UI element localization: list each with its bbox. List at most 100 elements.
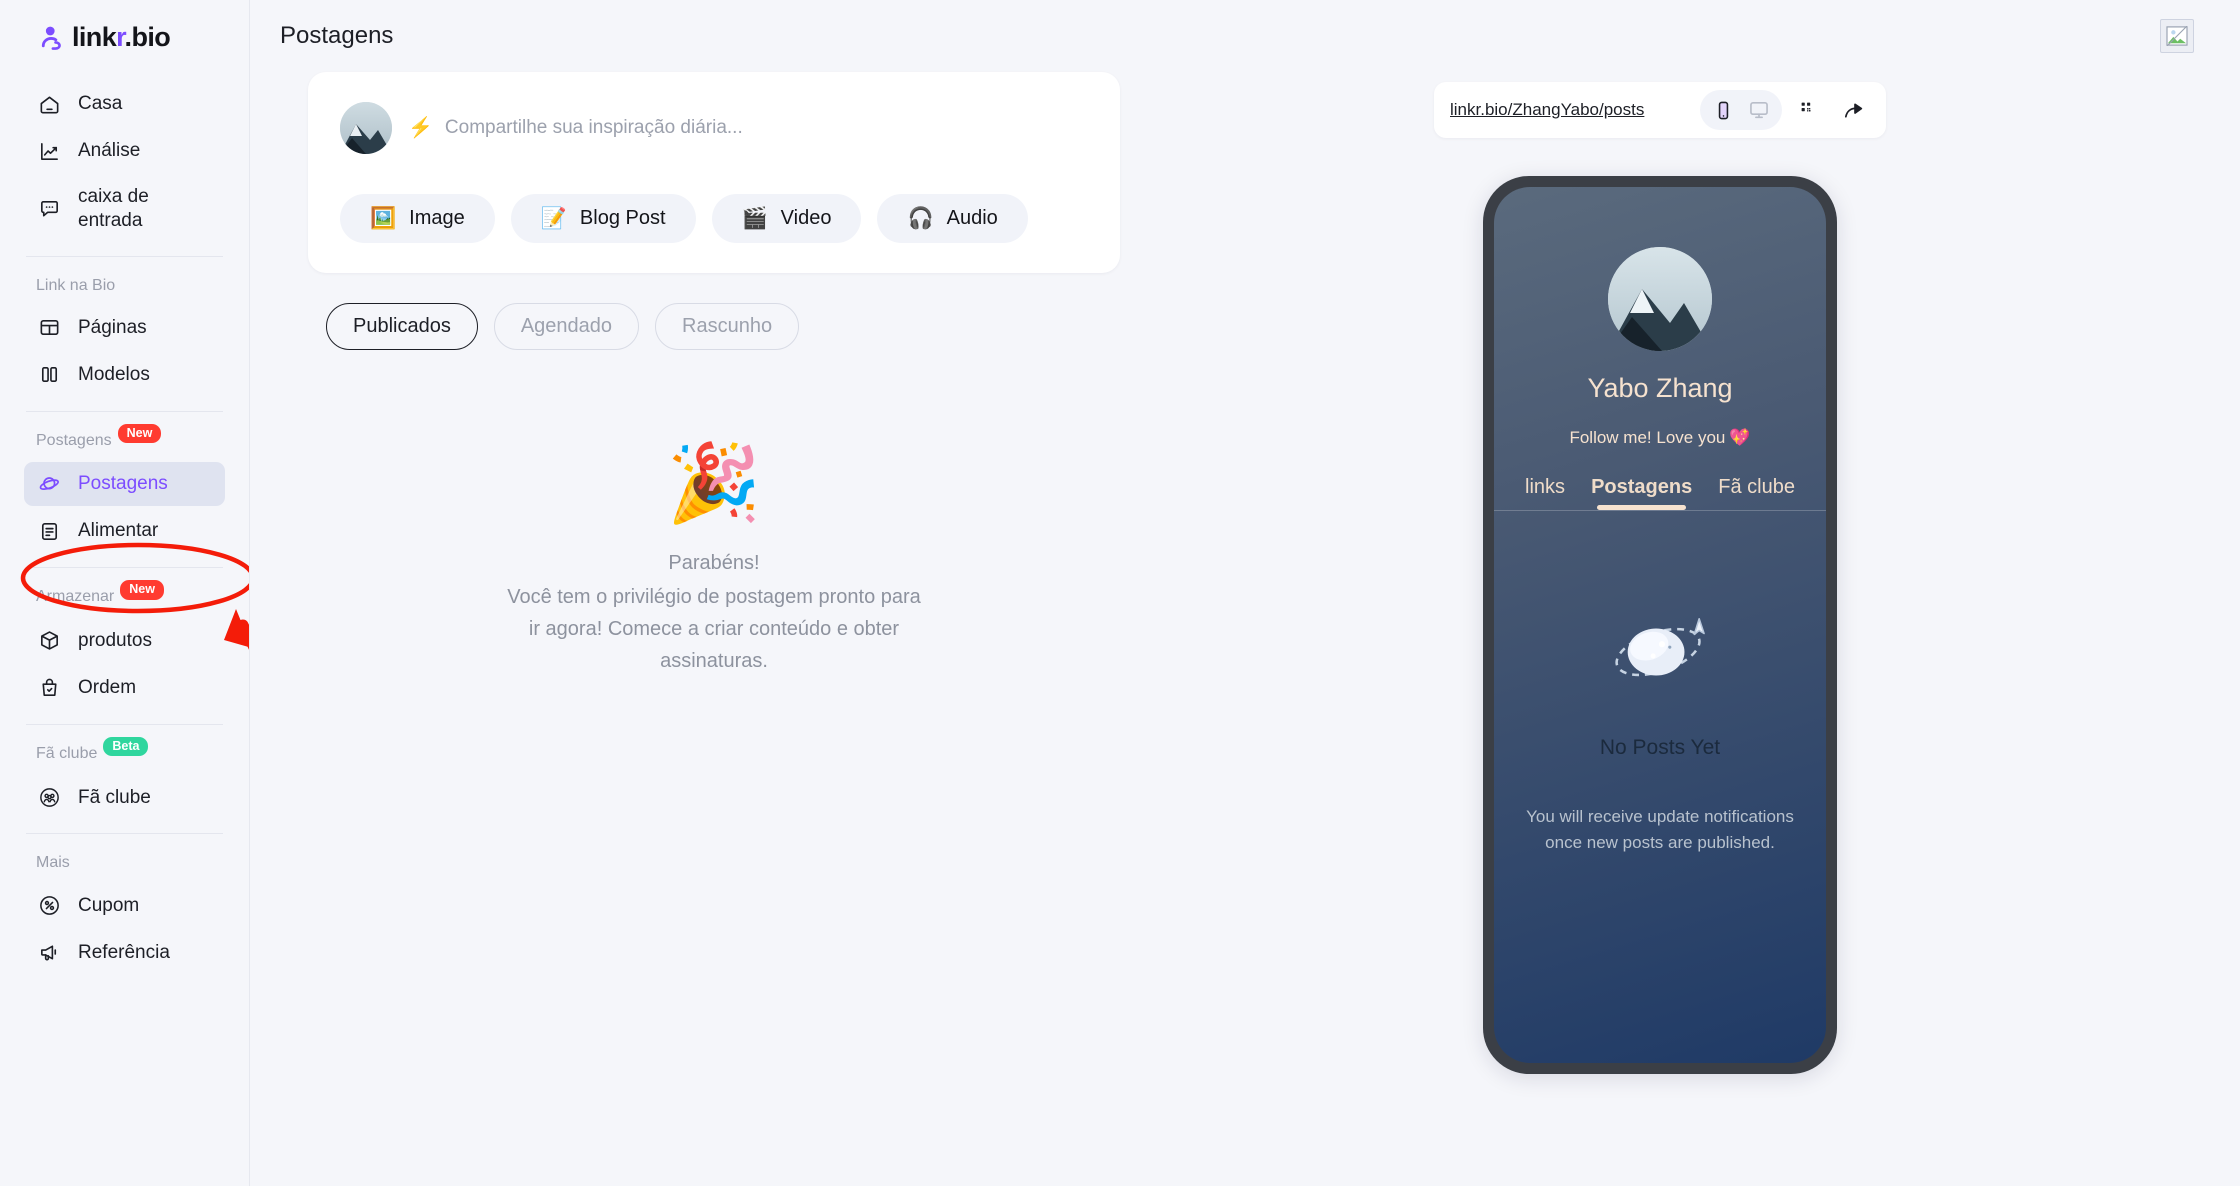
top-bar-right [2160,19,2210,53]
sidebar-item-label: Modelos [78,363,150,385]
image-icon: 🖼️ [370,207,397,230]
section-title: Mais [36,854,70,872]
add-video-button[interactable]: 🎬 Video [711,194,862,243]
sidebar-item-casa[interactable]: Casa [24,82,225,126]
sidebar-item-label: Cupom [78,894,140,916]
heart-icon: 💖 [1729,428,1751,447]
profile-tab-fa-clube[interactable]: Fã clube [1718,476,1795,510]
image-placeholder-glyph [2166,26,2188,46]
sidebar-item-ordem[interactable]: Ordem [24,666,225,710]
post-composer: ⚡ Compartilhe sua inspiração diária... 🖼… [308,72,1120,273]
sidebar-section-fa-clube: Fã clube Beta [24,736,225,773]
preview-column: linkr.bio/ZhangYabo/posts Yabo Zhang Fol… [1110,72,2210,1074]
tab-publicados[interactable]: Publicados [326,303,478,350]
empty-state-title: Parabéns! [668,552,760,574]
sidebar-item-postagens[interactable]: Postagens [24,462,225,507]
preview-url-bar: linkr.bio/ZhangYabo/posts [1434,82,1886,138]
sidebar-section-link-na-bio: Link na Bio [24,271,225,303]
posts-empty-state: 🎉 Parabéns! Você tem o privilégio de pos… [308,446,1120,677]
sidebar-item-modelos[interactable]: Modelos [24,353,225,397]
percent-coupon-icon [36,892,62,918]
annotation-arrow [224,609,249,650]
app-root: linkr.bio Casa Análise caixa de entrada … [0,0,2240,1186]
sidebar-item-produtos[interactable]: produtos [24,619,225,663]
planet-icon [36,471,62,497]
sidebar-item-label: Postagens [78,473,168,495]
logo-text-prefix: link [72,22,117,52]
sidebar-divider [26,567,223,569]
sidebar-section-mais: Mais [24,848,225,880]
megaphone-referral-icon [36,939,62,965]
party-popper-icon: 🎉 [666,441,762,526]
qr-code-icon[interactable] [1792,94,1826,126]
sidebar-section-postagens: Postagens New [24,423,225,460]
app-logo[interactable]: linkr.bio [24,0,225,79]
lightning-bolt-icon: ⚡ [408,117,433,139]
tab-agendado[interactable]: Agendado [493,303,640,350]
audio-headphones-icon: 🎧 [907,207,934,230]
posts-column: ⚡ Compartilhe sua inspiração diária... 🖼… [280,72,1120,1074]
logo-wordmark: linkr.bio [72,22,171,53]
profile-bio-text: Follow me! Love you [1569,428,1726,447]
broken-image-icon[interactable] [2160,19,2194,53]
phone-screen: Yabo Zhang Follow me! Love you 💖 links P… [1494,187,1826,1063]
layout-pages-icon [36,315,62,341]
profile-name: Yabo Zhang [1587,373,1733,403]
tab-rascunho[interactable]: Rascunho [655,303,800,350]
sidebar-item-label: Referência [78,941,170,963]
media-type-buttons: 🖼️ Image 📝 Blog Post 🎬 Video 🎧 Audio [340,194,1088,243]
add-blog-post-button[interactable]: 📝 Blog Post [510,194,696,243]
profile-tab-links[interactable]: links [1525,476,1565,510]
section-badge-new: New [117,423,162,444]
logo-text-accent: r [116,22,125,52]
page-title: Postagens [280,22,394,49]
preview-empty-subtitle: You will receive update notifications on… [1526,807,1794,853]
profile-bio: Follow me! Love you 💖 [1569,428,1750,448]
mobile-phone-icon[interactable] [1706,94,1740,126]
sidebar-divider [26,833,223,835]
feed-document-icon [36,518,62,544]
sidebar-item-paginas[interactable]: Páginas [24,306,225,350]
composer-placeholder: Compartilhe sua inspiração diária... [444,117,743,138]
sidebar-item-label: Alimentar [78,520,159,542]
blog-post-icon: 📝 [540,207,567,230]
box-product-icon [36,628,62,654]
sidebar-item-caixa-de-entrada[interactable]: caixa de entrada [24,176,225,242]
sidebar-item-label: Análise [78,140,141,162]
share-arrow-icon[interactable] [1836,94,1870,126]
composer-top-row: ⚡ Compartilhe sua inspiração diária... [340,102,1088,154]
preview-url-link[interactable]: linkr.bio/ZhangYabo/posts [1450,100,1690,120]
preview-empty-state: No Posts Yet You will receive update not… [1494,607,1826,857]
profile-tab-postagens[interactable]: Postagens [1591,476,1692,510]
composer-input[interactable]: ⚡ Compartilhe sua inspiração diária... [408,117,1088,139]
section-badge-new: New [120,580,164,600]
add-audio-button[interactable]: 🎧 Audio [877,194,1028,243]
sidebar-item-alimentar[interactable]: Alimentar [24,509,225,553]
sidebar-item-label: Páginas [78,316,147,338]
desktop-monitor-icon[interactable] [1742,94,1776,126]
sidebar-item-label: Casa [78,93,123,115]
sidebar-item-analise[interactable]: Análise [24,129,225,173]
sidebar: linkr.bio Casa Análise caixa de entrada … [0,0,250,1186]
profile-avatar-mountain-photo [1608,247,1712,351]
sidebar-item-label: Ordem [78,676,137,698]
sidebar-item-fa-clube[interactable]: Fã clube [24,775,225,819]
content-area: ⚡ Compartilhe sua inspiração diária... 🖼… [250,72,2240,1074]
order-bag-icon [36,675,62,701]
main-area: Postagens ⚡ Compartilhe sua inspiração d… [250,0,2240,1186]
person-link-logo-icon [38,24,66,52]
media-button-label: Blog Post [579,207,666,229]
sidebar-section-armazenar: Armazenar New [24,580,225,616]
add-image-button[interactable]: 🖼️ Image [340,194,495,243]
media-button-label: Video [780,207,832,229]
sidebar-item-referencia[interactable]: Referência [24,930,225,974]
sidebar-item-label: caixa de entrada [78,186,149,231]
media-button-label: Audio [946,207,998,229]
preview-empty-title: No Posts Yet [1599,736,1721,759]
top-bar: Postagens [250,0,2240,72]
sidebar-item-label: produtos [78,629,152,651]
planet-orbit-icon [1601,617,1719,705]
section-title: Armazenar [36,588,115,606]
sidebar-item-cupom[interactable]: Cupom [24,883,225,927]
profile-tabs: links Postagens Fã clube [1494,476,1826,511]
